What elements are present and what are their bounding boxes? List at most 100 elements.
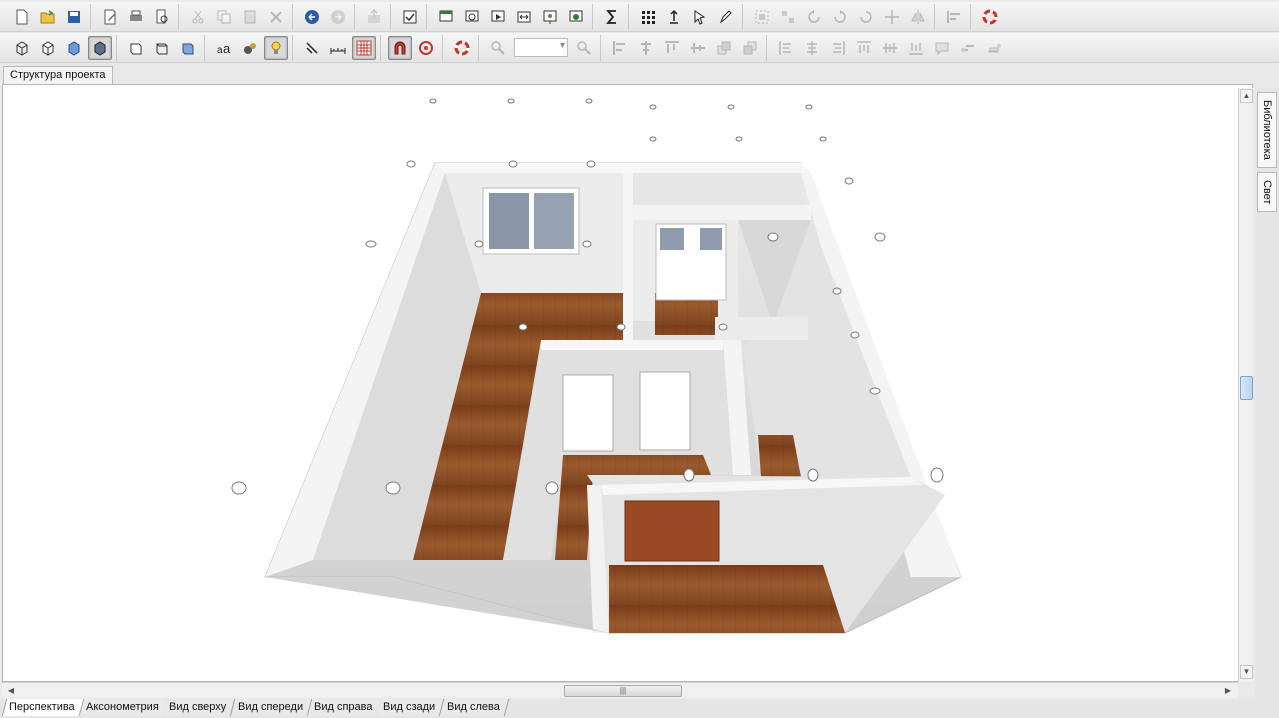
side-panel-tabs: Библиотека Свет	[1255, 88, 1279, 718]
textured-button[interactable]	[88, 35, 112, 60]
horizontal-scroll-thumb[interactable]: |||	[564, 685, 682, 697]
render-button[interactable]	[538, 5, 562, 29]
window-zoom-button[interactable]	[460, 5, 484, 29]
window-add-button[interactable]	[434, 5, 458, 29]
redo-icon	[331, 9, 345, 24]
open-file-button[interactable]	[36, 5, 60, 29]
new-file-button[interactable]	[10, 5, 34, 29]
scroll-down-arrow-icon[interactable]: ▼	[1240, 665, 1253, 679]
move-button[interactable]	[880, 5, 904, 29]
rotate-left-button[interactable]	[802, 5, 826, 29]
paste-button[interactable]	[238, 5, 262, 29]
align-top-button[interactable]	[660, 36, 684, 60]
align-center-button[interactable]	[634, 36, 658, 60]
pencil-icon	[719, 9, 732, 23]
print-button[interactable]	[124, 5, 148, 29]
camera-button[interactable]	[564, 5, 588, 29]
link-button[interactable]	[956, 36, 980, 60]
delete-button[interactable]	[264, 5, 288, 29]
clipboard-group	[182, 3, 293, 30]
zoom-out-button[interactable]	[486, 36, 510, 60]
group-button[interactable]	[750, 5, 774, 29]
library-tab[interactable]: Библиотека	[1257, 92, 1277, 168]
viewport-3d[interactable]	[2, 84, 1253, 682]
distribute-6-button[interactable]	[904, 36, 928, 60]
tab-top-view[interactable]: Вид сверху	[163, 699, 237, 716]
undo-button[interactable]	[300, 5, 324, 29]
mirror-button[interactable]	[906, 5, 930, 29]
zoom-combo[interactable]	[514, 38, 568, 57]
properties-button[interactable]	[98, 5, 122, 29]
wall-top-back	[435, 163, 811, 173]
tab-front-view[interactable]: Вид спереди	[231, 699, 313, 716]
outline-cube-icon	[42, 40, 54, 56]
zoom-out-icon	[491, 40, 505, 55]
paint-button[interactable]	[982, 36, 1006, 60]
window-select-button[interactable]	[486, 5, 510, 29]
fit-width-button[interactable]	[512, 5, 536, 29]
copy-button[interactable]	[212, 5, 236, 29]
checklist-button[interactable]	[398, 5, 422, 29]
box-view-3-button[interactable]	[176, 36, 200, 60]
horizontal-scrollbar[interactable]: ◀ ||| ▶	[2, 682, 1238, 698]
grid-points-button[interactable]	[636, 5, 660, 29]
cut-button[interactable]	[186, 5, 210, 29]
move-up-button[interactable]	[662, 5, 686, 29]
distribute-3-button[interactable]	[826, 36, 850, 60]
bring-front-button[interactable]	[712, 36, 736, 60]
calculate-button[interactable]	[600, 5, 624, 29]
hidden-lines-button[interactable]	[36, 36, 60, 60]
box-open-icon	[156, 43, 168, 54]
distribute-top-icon	[857, 40, 871, 53]
distribute-5-button[interactable]	[878, 36, 902, 60]
help-button[interactable]	[978, 5, 1002, 29]
rotate-right-button[interactable]	[828, 5, 852, 29]
draw-pencil-button[interactable]	[714, 5, 738, 29]
rotate-button[interactable]	[854, 5, 878, 29]
grid-button[interactable]	[352, 35, 376, 60]
tab-axonometry[interactable]: Аксонометрия	[79, 699, 168, 716]
tab-perspective[interactable]: Перспектива	[1, 699, 84, 716]
transform-group	[746, 3, 935, 30]
vertical-scroll-thumb[interactable]	[1240, 376, 1253, 400]
wireframe-button[interactable]	[10, 36, 34, 60]
select-arrow-button[interactable]	[688, 5, 712, 29]
dimensions-button[interactable]	[326, 36, 350, 60]
send-back-button[interactable]	[738, 36, 762, 60]
project-structure-tab[interactable]: Структура проекта	[3, 66, 113, 84]
save-button[interactable]	[62, 5, 86, 29]
scroll-up-arrow-icon[interactable]: ▲	[1240, 89, 1253, 103]
entrance-door	[624, 500, 720, 562]
snap-button[interactable]	[300, 36, 324, 60]
distribute-4-button[interactable]	[852, 36, 876, 60]
comment-button[interactable]	[930, 36, 954, 60]
shaded-button[interactable]	[62, 36, 86, 60]
print-preview-button[interactable]	[150, 5, 174, 29]
tab-left-view[interactable]: Вид слева	[440, 699, 509, 716]
align-left-button[interactable]	[608, 36, 632, 60]
box-view-1-button[interactable]	[124, 36, 148, 60]
scroll-right-arrow-icon[interactable]: ▶	[1221, 684, 1235, 697]
target-button[interactable]	[414, 36, 438, 60]
distribute-1-button[interactable]	[774, 36, 798, 60]
scissors-icon	[192, 10, 204, 23]
light-tab[interactable]: Свет	[1257, 172, 1277, 212]
text-size-button[interactable]: aa	[212, 36, 236, 60]
zoom-in-button[interactable]	[572, 36, 596, 60]
ungroup-button[interactable]	[776, 5, 800, 29]
align-middle-button[interactable]	[686, 36, 710, 60]
distribute-2-button[interactable]	[800, 36, 824, 60]
materials-button[interactable]	[238, 36, 262, 60]
tab-back-view[interactable]: Вид сзади	[377, 699, 445, 716]
box-view-2-button[interactable]	[150, 36, 174, 60]
redo-button[interactable]	[326, 5, 350, 29]
export-button[interactable]	[362, 5, 386, 29]
align-button[interactable]	[942, 5, 966, 29]
magnet-button[interactable]	[388, 35, 412, 60]
lighting-button[interactable]	[264, 35, 288, 60]
scroll-left-arrow-icon[interactable]: ◀	[4, 684, 18, 697]
vertical-scrollbar[interactable]: ▲ ▼	[1238, 88, 1253, 682]
tab-right-view[interactable]: Вид справа	[307, 699, 382, 716]
orbit-button[interactable]	[450, 36, 474, 60]
distribute-center-icon	[807, 40, 817, 55]
